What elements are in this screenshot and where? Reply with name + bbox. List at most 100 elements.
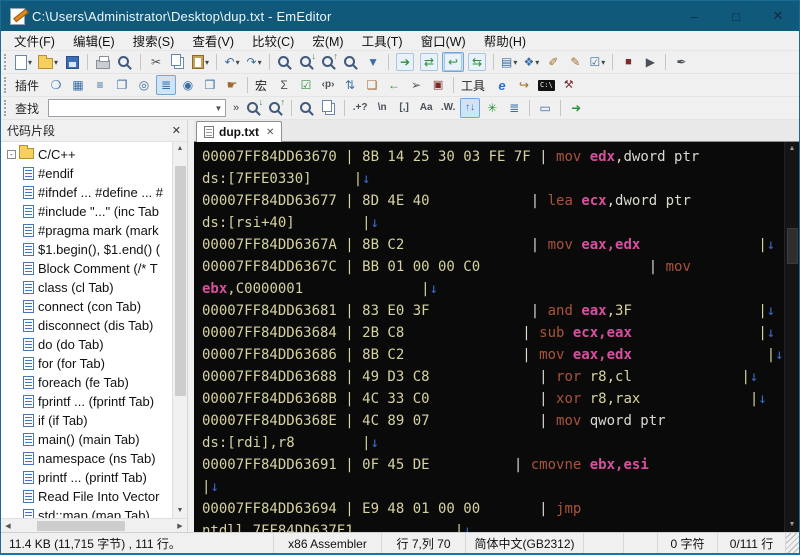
regex-toggle-button[interactable]: .+?	[350, 98, 370, 118]
snippets-panel-close-icon[interactable]: ✕	[172, 124, 181, 137]
plugin-snippets-button[interactable]: ≣	[156, 75, 177, 95]
toolbar-grip[interactable]	[4, 100, 9, 116]
snippets-vertical-scrollbar[interactable]: ▲ ▼	[172, 142, 187, 518]
find-previous-button[interactable]	[266, 97, 286, 118]
dropdown-arrow-icon[interactable]: ▾	[54, 58, 58, 67]
find-next-button[interactable]	[244, 97, 264, 118]
macro-check-button[interactable]: ☑	[296, 75, 316, 95]
scroll-thumb[interactable]	[37, 520, 125, 531]
dropdown-arrow-icon[interactable]: ▾	[28, 58, 32, 67]
toolbar-grip[interactable]	[4, 77, 9, 93]
expander-icon[interactable]: -	[7, 150, 16, 159]
number-range-toggle-button[interactable]: [,]	[394, 98, 414, 118]
editor-area[interactable]: 00007FF84DD63670 | 8B 14 25 30 03 FE 7F …	[194, 142, 799, 532]
menu-item-s[interactable]: 搜索(S)	[124, 29, 184, 52]
menu-item-w[interactable]: 窗口(W)	[412, 29, 475, 52]
tree-item-snippet[interactable]: class (cl Tab)	[5, 278, 172, 297]
tree-item-snippet[interactable]: Block Comment (/* T	[5, 259, 172, 278]
plugin-window-list-button[interactable]: ❒	[200, 75, 220, 95]
tree-item-snippet[interactable]: #pragma mark (mark	[5, 221, 172, 240]
plugin-search-button[interactable]: ◎	[134, 75, 154, 95]
combobox-dropdown-icon[interactable]: ▼	[212, 104, 225, 113]
scroll-up-icon[interactable]: ▲	[173, 142, 187, 156]
macro-options-button[interactable]: ☑ ▾	[587, 52, 607, 72]
focus-editor-button[interactable]: ▭	[535, 98, 555, 118]
status-cell-1[interactable]: x86 Assembler	[273, 533, 381, 553]
tab-close-icon[interactable]: ✕	[266, 127, 274, 138]
macro-stamp-button[interactable]: ▣	[428, 75, 448, 95]
next-document-button[interactable]: ➜	[566, 98, 586, 118]
search-direction-button[interactable]: ↑↓	[460, 98, 481, 118]
print-preview-button[interactable]	[115, 52, 135, 72]
tool-browser-button[interactable]: e	[492, 75, 512, 95]
highlight-all-button[interactable]: ✳	[482, 98, 502, 118]
menu-item-c[interactable]: 比较(C)	[243, 29, 303, 52]
tree-item-snippet[interactable]: #endif	[5, 164, 172, 183]
macro-book-button[interactable]: ❏	[362, 75, 382, 95]
dropdown-arrow-icon[interactable]: ▾	[258, 58, 262, 67]
menu-item-m[interactable]: 宏(M)	[303, 29, 352, 52]
plugin-projects-button[interactable]: ❐	[112, 75, 132, 95]
tree-item-snippet[interactable]: connect (con Tab)	[5, 297, 172, 316]
status-cell-6[interactable]: 0 字符	[657, 533, 717, 553]
macro-select-button[interactable]: ➢	[406, 75, 426, 95]
print-button[interactable]	[93, 52, 113, 72]
tool-exit-button[interactable]: ↪	[514, 75, 534, 95]
dropdown-arrow-icon[interactable]: ▾	[601, 58, 605, 67]
snippets-horizontal-scrollbar[interactable]: ◀ ▶	[1, 518, 187, 532]
tree-item-snippet[interactable]: fprintf ... (fprintf Tab)	[5, 392, 172, 411]
tree-item-snippet[interactable]: $1.begin(), $1.end() (	[5, 240, 172, 259]
undo-button[interactable]: ↶ ▾	[222, 52, 242, 72]
scroll-thumb[interactable]	[786, 228, 798, 264]
open-button[interactable]: ▾	[36, 52, 60, 72]
tree-item-snippet[interactable]: for (for Tab)	[5, 354, 172, 373]
plugin-word-complete-button[interactable]: ☛	[222, 75, 242, 95]
dropdown-arrow-icon[interactable]: ▾	[205, 58, 209, 67]
scroll-down-icon[interactable]: ▼	[173, 504, 187, 518]
find-input[interactable]	[49, 101, 213, 115]
tool-hammer-button[interactable]: ⚒	[559, 75, 579, 95]
scroll-up-icon[interactable]: ▲	[785, 142, 799, 156]
tree-item-snippet[interactable]: disconnect (dis Tab)	[5, 316, 172, 335]
filter-button[interactable]: ▼	[363, 52, 383, 72]
wrap-by-characters-button[interactable]: ⇄	[418, 52, 440, 72]
tree-item-snippet[interactable]: main() (main Tab)	[5, 430, 172, 449]
grep-button[interactable]	[341, 52, 361, 72]
outline-button[interactable]: ▤ ▾	[499, 52, 519, 72]
dropdown-arrow-icon[interactable]: ▾	[535, 58, 539, 67]
extract-matches-button[interactable]	[319, 98, 339, 118]
save-button[interactable]	[62, 52, 82, 72]
replace-in-files-button[interactable]	[319, 51, 339, 72]
menu-item-h[interactable]: 帮助(H)	[475, 29, 535, 52]
wrap-none-button[interactable]: ➔	[394, 52, 416, 72]
scroll-down-icon[interactable]: ▼	[785, 518, 799, 532]
dropdown-arrow-icon[interactable]: ▾	[236, 58, 240, 67]
find-in-files-button[interactable]	[297, 51, 317, 72]
minimize-button[interactable]: –	[673, 1, 715, 31]
status-cell-4[interactable]	[583, 533, 623, 553]
plugin-explorer-button[interactable]: ❍	[46, 75, 66, 95]
macro-record-button[interactable]: ■	[618, 52, 638, 72]
status-cell-2[interactable]: 行 7,列 70	[381, 533, 465, 553]
tool-command-prompt-button[interactable]: C:\	[536, 75, 557, 95]
maximize-button[interactable]: □	[715, 1, 757, 31]
scroll-thumb[interactable]	[174, 166, 186, 396]
tree-item-snippet[interactable]: printf ... (printf Tab)	[5, 468, 172, 487]
status-cell-3[interactable]: 简体中文(GB2312)	[465, 533, 583, 553]
menu-item-t[interactable]: 工具(T)	[353, 29, 412, 52]
macro-sort-button[interactable]: ⇅	[340, 75, 360, 95]
redo-button[interactable]: ↷ ▾	[244, 52, 264, 72]
match-case-button[interactable]: Aa	[416, 98, 436, 118]
new-button[interactable]: ▾	[13, 52, 34, 72]
dropdown-arrow-icon[interactable]: ▾	[513, 58, 517, 67]
wrap-by-window-button[interactable]: ↩	[442, 52, 465, 72]
close-button[interactable]: ✕	[757, 1, 799, 31]
tree-item-snippet[interactable]: namespace (ns Tab)	[5, 449, 172, 468]
tree-item-snippet[interactable]: std::map (map Tab)	[5, 506, 172, 518]
count-matches-button[interactable]: ≣	[504, 98, 524, 118]
macro-sum-button[interactable]: Σ	[274, 75, 294, 95]
copy-button[interactable]	[168, 52, 188, 72]
scroll-right-icon[interactable]: ▶	[173, 522, 187, 530]
menu-item-e[interactable]: 编辑(E)	[64, 29, 124, 52]
macro-back-button[interactable]: ←	[384, 75, 404, 95]
